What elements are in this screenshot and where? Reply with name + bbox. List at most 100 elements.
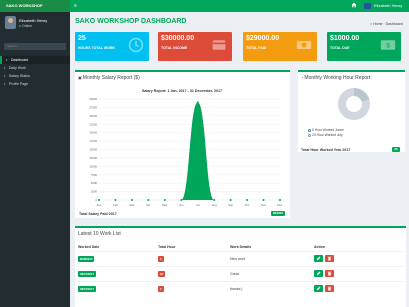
avatar	[5, 16, 16, 29]
sidebar-item-profile-page[interactable]: ▪ Profile Page	[0, 80, 70, 88]
stat-card-hours: 25 HOURS TOTAL WORK	[75, 32, 149, 61]
y-tick-label: 20000	[89, 131, 97, 135]
pencil-icon	[317, 256, 321, 260]
column-header: Work Details	[230, 244, 252, 249]
work-details: thanks:)	[230, 280, 314, 296]
work-date: 08/07/2017	[78, 270, 96, 277]
sidebar-item-salary-status[interactable]: ▪ Salary Status	[0, 72, 70, 80]
y-tick-label: 10000	[89, 164, 97, 168]
edit-button[interactable]	[314, 255, 323, 262]
user-icon: ▪	[4, 82, 6, 86]
stat-value: $30000.00	[161, 35, 195, 42]
data-point	[180, 199, 183, 201]
delete-button[interactable]	[325, 255, 334, 262]
x-tick-label: Sep	[228, 203, 233, 207]
column-header: Action	[314, 244, 325, 249]
work-date: 08/07/2017	[78, 285, 96, 292]
trash-icon	[327, 287, 332, 291]
breadcrumb: ⌂ Home › Dashboard	[370, 22, 403, 26]
y-tick-label: 2500	[91, 190, 98, 194]
x-tick-label: Nov	[261, 203, 267, 207]
flag-icon[interactable]	[364, 3, 371, 9]
x-tick-label: Jan	[97, 203, 102, 207]
top-user-name[interactable]: Elizabeth Henry	[374, 3, 402, 8]
legend-label: 5 Hour Worked Junne	[312, 128, 345, 132]
stat-label: TOTAL INCOME	[161, 46, 188, 50]
stat-value: $1000.00	[330, 35, 360, 42]
sidebar-item-dashboard[interactable]: ▪ Dashboard	[0, 56, 70, 64]
y-tick-label: 27500	[89, 105, 97, 109]
work-list-table: Worked Date Total Hour Work Details Acti…	[78, 243, 403, 296]
stat-card-income: $30000.00 TOTAL INCOME	[158, 32, 232, 61]
stat-value: 25	[78, 35, 86, 42]
edit-button[interactable]	[314, 285, 323, 293]
sidebar-item-daily-work[interactable]: ▪ Daily Work	[0, 64, 70, 72]
trash-icon	[327, 271, 332, 276]
breadcrumb-home[interactable]: Home	[373, 22, 382, 26]
x-tick-label: Aug	[212, 203, 217, 207]
x-tick-label: Apr	[146, 203, 150, 207]
legend-swatch	[308, 133, 311, 137]
column-header: Total Hour	[158, 244, 176, 249]
data-point	[246, 199, 249, 201]
calendar-icon: ▪	[4, 66, 6, 70]
data-point	[213, 199, 216, 201]
delete-button[interactable]	[325, 270, 334, 277]
x-tick-label: May	[162, 203, 168, 207]
legend-label: 20 Hour Worked July	[312, 133, 343, 137]
page-title: SAKO WORKSHOP DASHBOARD	[75, 18, 187, 25]
y-tick-label: 0	[95, 198, 97, 202]
search-input[interactable]: Search...	[4, 43, 66, 50]
stat-label: TOTAL PAID	[246, 46, 267, 50]
money-bill-icon: $	[380, 40, 396, 50]
work-hours: 5	[158, 255, 164, 262]
y-tick-label: 30000	[89, 97, 97, 101]
y-tick-label: 7500	[91, 173, 98, 177]
stat-card-due: $1000.00 TOTAL DUE $	[327, 32, 401, 61]
delete-button[interactable]	[325, 285, 334, 293]
sidebar-item-label: Salary Status	[9, 74, 30, 78]
y-tick-label: 12500	[89, 156, 97, 160]
stat-value: $29000.00	[246, 35, 280, 42]
x-tick-label: Jul	[196, 203, 200, 207]
data-point	[196, 101, 199, 104]
salary-panel-title: ▣Monthly Salary Report ($)	[78, 75, 140, 81]
data-point	[163, 199, 166, 201]
money-icon	[296, 41, 312, 49]
data-point	[262, 199, 265, 201]
work-hours: 5	[158, 285, 164, 292]
work-hours: 10	[158, 270, 166, 277]
trash-icon	[327, 256, 332, 261]
table-row: 08/07/2017 10 Great.	[78, 265, 403, 281]
breadcrumb-home-icon[interactable]: ⌂	[370, 22, 372, 26]
hours-total-badge: 25	[392, 147, 400, 152]
user-status-label: Online	[22, 24, 33, 28]
sidebar-item-label: Daily Work	[9, 66, 26, 70]
work-details: Great.	[230, 265, 314, 281]
sidebar-user-name: Elizabeth Henry	[19, 18, 48, 23]
hours-panel-title: ◔Monthly Working Hour Report	[301, 75, 370, 81]
home-icon[interactable]	[351, 2, 357, 10]
dashboard-icon: ▪	[6, 58, 8, 62]
data-point	[147, 199, 150, 201]
salary-report-panel: ▣Monthly Salary Report ($) Salary Report…	[75, 70, 290, 218]
app-logo[interactable]: SAKO WORKSHOP	[6, 3, 43, 8]
salary-total-badge: $29000	[271, 211, 285, 216]
pencil-icon	[317, 271, 321, 275]
data-point	[279, 199, 281, 201]
x-tick-label: Dec	[278, 203, 284, 207]
sidebar-item-label: Dashboard	[11, 58, 29, 62]
table-header-row: Worked Date Total Hour Work Details Acti…	[78, 243, 403, 251]
column-header: Worked Date	[78, 244, 100, 249]
work-list-panel: Latest 10 Work List Worked Date Total Ho…	[75, 226, 406, 307]
user-status: Online	[19, 24, 32, 28]
hours-total-label: Total Hour Worked Year 2017	[301, 148, 351, 152]
edit-button[interactable]	[314, 270, 323, 277]
sidebar-toggle-icon[interactable]: ≡	[74, 3, 77, 9]
data-point	[130, 199, 133, 201]
breadcrumb-current: Dashboard	[385, 22, 403, 26]
sidebar: Elizabeth Henry Online Search... ▪ Dashbo…	[0, 12, 70, 307]
top-navbar: ≡ Elizabeth Henry	[70, 0, 409, 12]
stat-card-paid: $29000.00 TOTAL PAID	[243, 32, 317, 61]
app-logo-bar[interactable]: SAKO WORKSHOP	[0, 0, 70, 12]
